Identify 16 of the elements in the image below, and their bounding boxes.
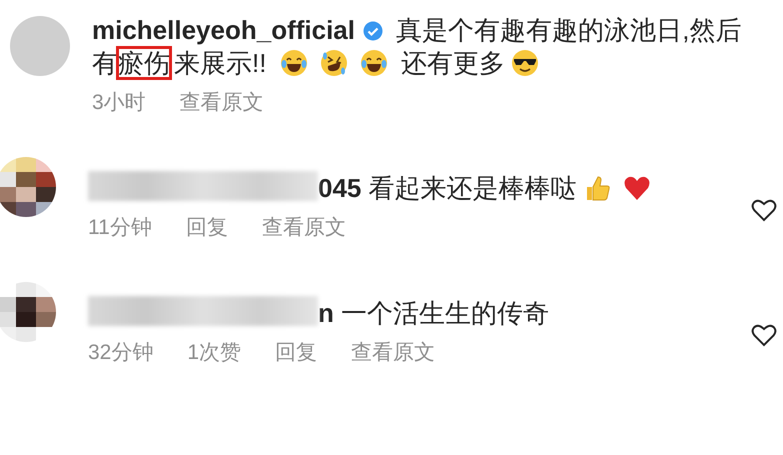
timestamp: 3小时 (92, 90, 146, 116)
username[interactable]: 045 (318, 173, 362, 203)
comment-text: n 一个活生生的传奇 (88, 296, 748, 330)
comment-text: michelleyeoh_official 真是个有趣有趣的泳池日,然后有瘀伤 来展示!! 还有更多 (92, 14, 742, 80)
meta-link[interactable]: 查看原文 (262, 211, 346, 244)
highlight-box: 瘀伤 (118, 48, 170, 78)
timestamp: 32分钟 (88, 340, 154, 366)
username[interactable]: n (318, 298, 334, 328)
comment-text: 045 看起来还是棒棒哒 (88, 171, 748, 205)
timestamp: 11分钟 (88, 215, 152, 241)
meta-link[interactable]: 回复 (186, 211, 228, 244)
meta-link[interactable]: 1次赞 (187, 336, 242, 369)
meta-link[interactable]: 回复 (275, 336, 318, 369)
username[interactable]: michelleyeoh_official (92, 15, 355, 45)
meta-link[interactable]: 查看原文 (351, 336, 436, 369)
meta-link[interactable]: 查看原文 (180, 86, 264, 119)
